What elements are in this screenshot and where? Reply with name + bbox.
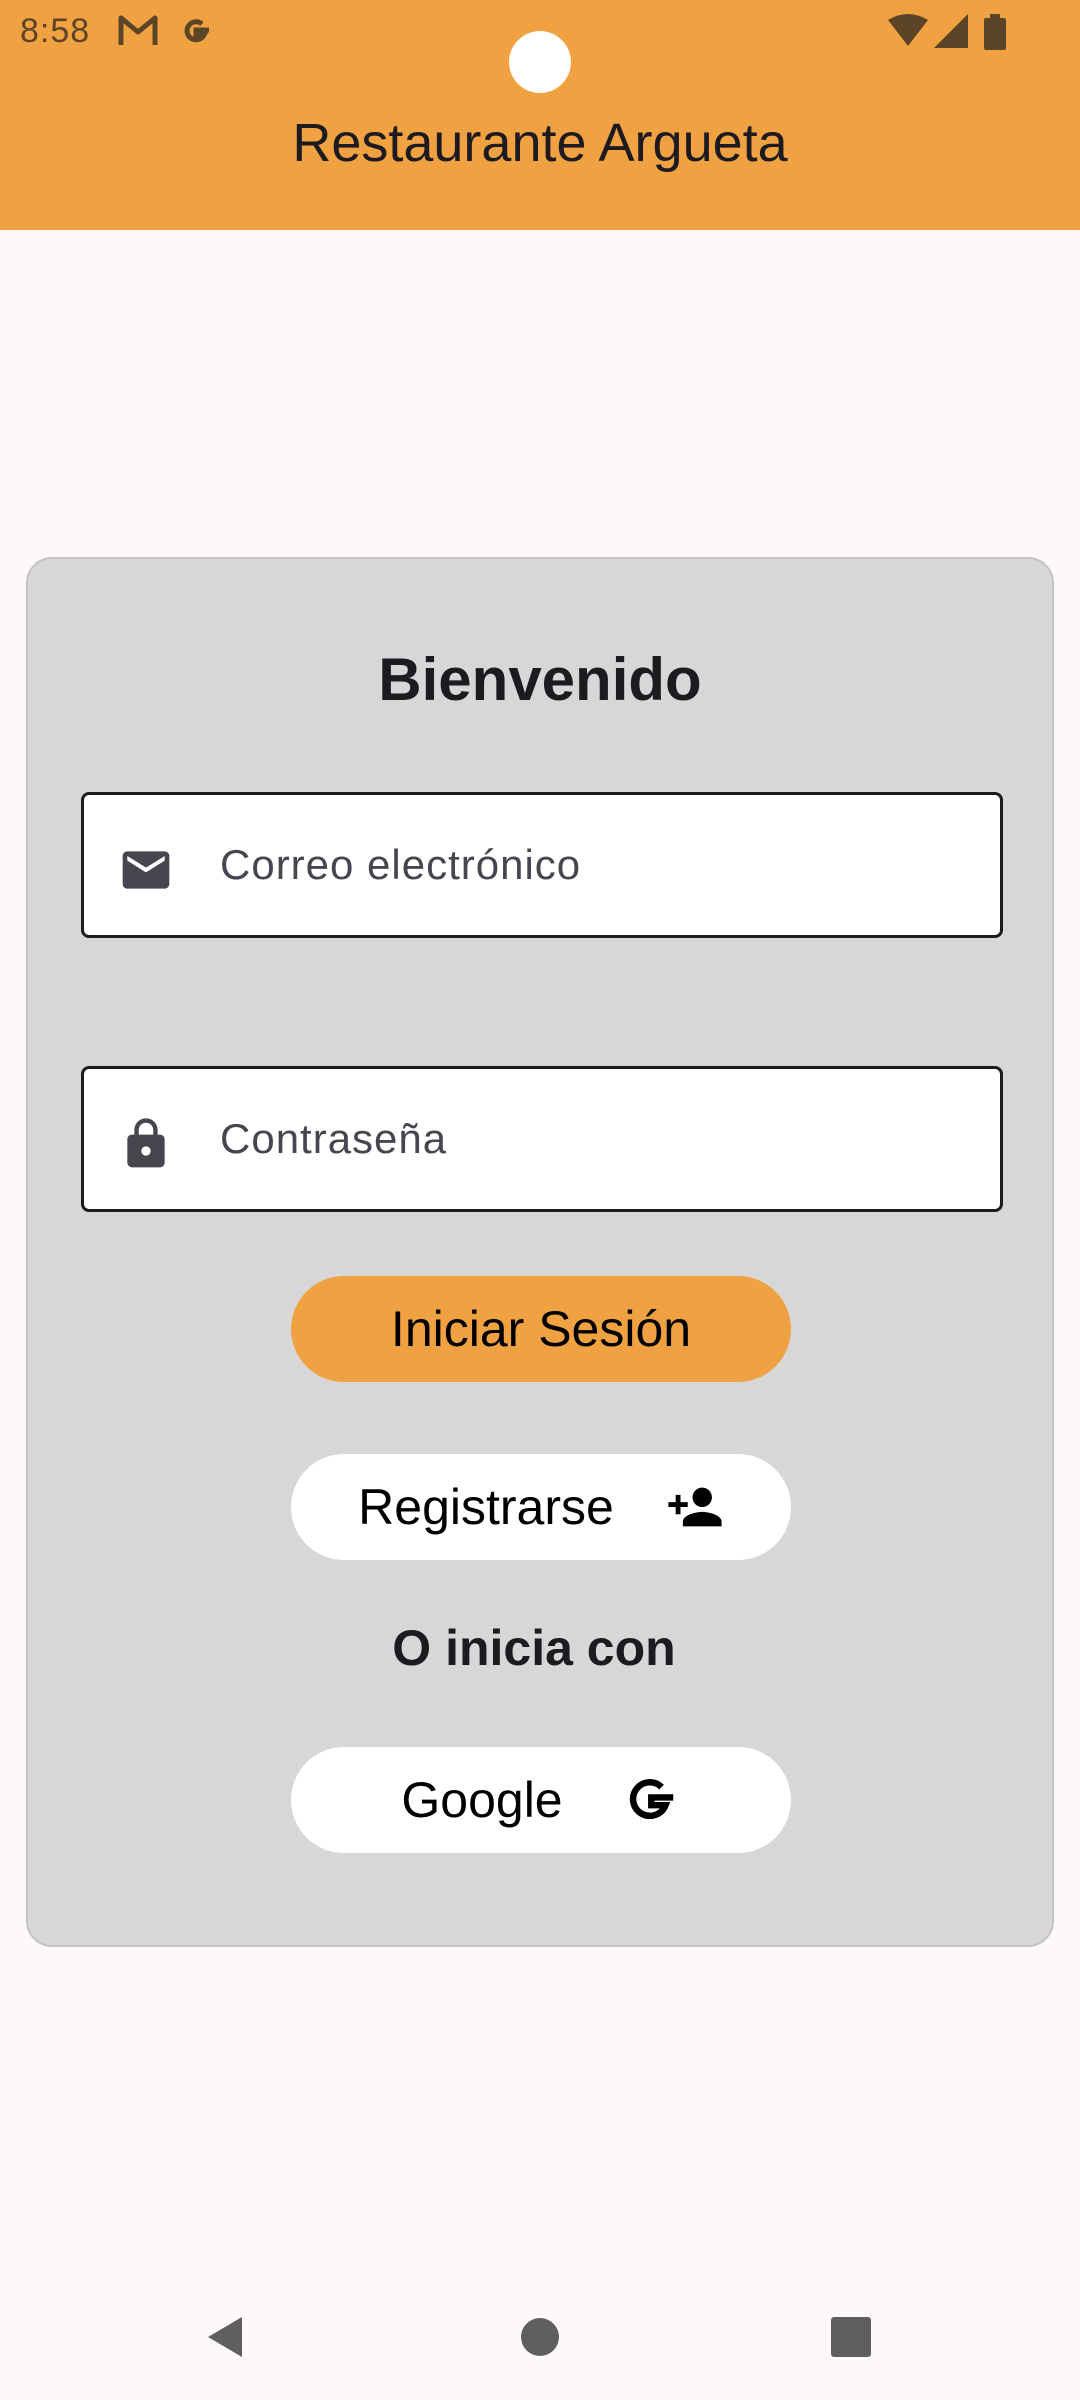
wifi-icon	[888, 14, 928, 46]
recents-icon[interactable]	[826, 2312, 876, 2362]
password-input[interactable]	[220, 1069, 980, 1209]
camera-cutout	[509, 31, 571, 93]
back-icon[interactable]	[200, 2312, 250, 2362]
google-g-icon	[629, 1779, 673, 1820]
register-button[interactable]: Registrarse	[291, 1454, 791, 1560]
home-icon[interactable]	[515, 2312, 565, 2362]
app-title: Restaurante Argueta	[292, 113, 788, 173]
google-button-label: Google	[401, 1772, 563, 1828]
status-bar: 8:58	[0, 0, 1080, 93]
login-button[interactable]: Iniciar Sesión	[291, 1276, 791, 1382]
cell-signal-icon	[934, 14, 968, 48]
system-nav-bar	[0, 2278, 1080, 2400]
gmail-icon	[118, 15, 158, 45]
person-add-icon	[668, 1487, 722, 1527]
email-input[interactable]	[220, 795, 980, 935]
status-time: 8:58	[20, 12, 91, 50]
battery-icon	[984, 14, 1006, 50]
app-screen: 8:58 Restaurante Argueta Bienvenido Corr…	[0, 0, 1080, 2400]
password-field[interactable]	[81, 1066, 1003, 1212]
mail-icon	[122, 851, 170, 889]
top-app-bar: 8:58 Restaurante Argueta	[0, 0, 1080, 230]
alt-login-text: O inicia con	[392, 1620, 676, 1676]
google-icon	[184, 19, 209, 43]
google-login-button[interactable]: Google	[291, 1747, 791, 1853]
login-card: Bienvenido Iniciar Sesión Registrarse O …	[26, 557, 1054, 1947]
email-field[interactable]	[81, 792, 1003, 938]
welcome-heading: Bienvenido	[378, 646, 702, 713]
login-button-label: Iniciar Sesión	[390, 1301, 692, 1357]
lock-icon	[127, 1118, 165, 1168]
register-button-label: Registrarse	[358, 1479, 614, 1535]
